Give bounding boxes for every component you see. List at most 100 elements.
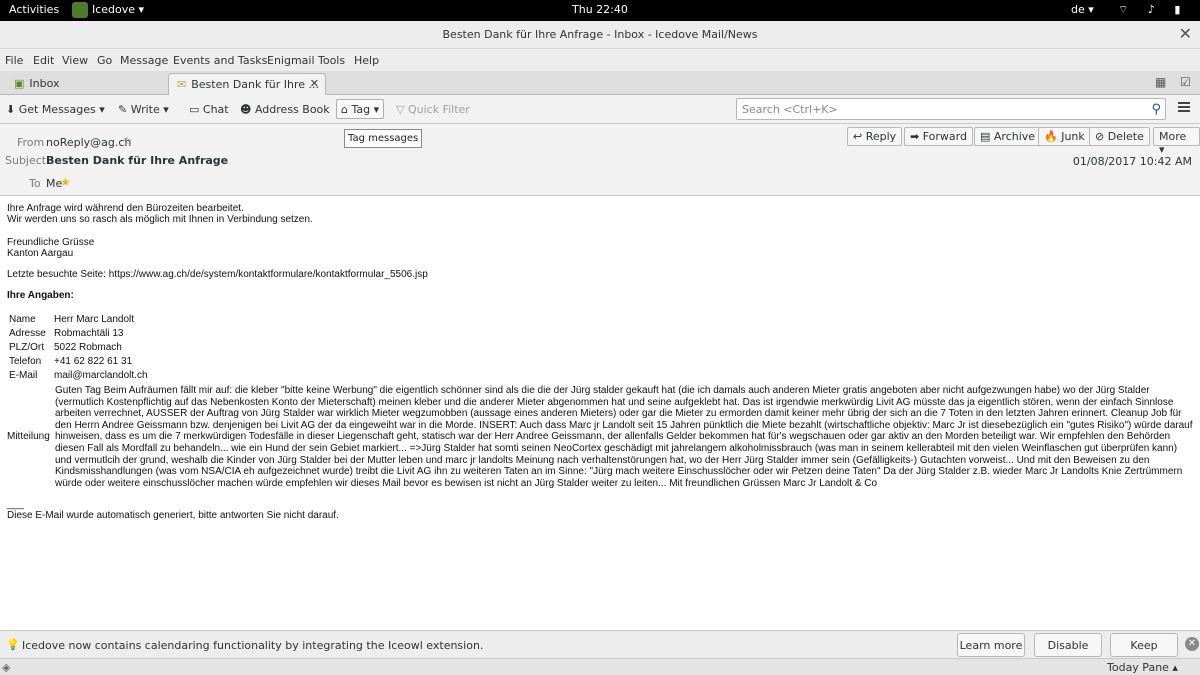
subject-label: Subject	[5, 154, 47, 167]
archive-icon: ▤	[980, 130, 994, 143]
menu-events-and-tasks[interactable]: Events and Tasks	[173, 54, 267, 67]
notification-close-icon[interactable]: ✕	[1185, 637, 1199, 651]
to-label: To	[29, 177, 41, 190]
subject-value: Besten Dank für Ihre Anfrage	[46, 154, 229, 167]
field-value: mail@marclandolt.ch	[54, 370, 148, 381]
archive-button[interactable]: ▤ Archive	[974, 127, 1042, 146]
tag-icon: ⌂	[341, 103, 352, 116]
mitteilung-text: Guten Tag Beim Aufräumen fällt mir auf: …	[55, 385, 1193, 489]
lightbulb-icon: 💡	[6, 638, 20, 651]
field-label: PLZ/Ort	[9, 342, 45, 353]
junk-label: Junk	[1061, 130, 1085, 143]
search-icon[interactable]: ⚲	[1151, 102, 1161, 117]
envelope-icon: ✉	[177, 78, 187, 91]
forward-button[interactable]: ➡ Forward	[904, 127, 973, 146]
forward-label: Forward	[922, 130, 967, 143]
window-titlebar: Besten Dank für Ihre Anfrage - Inbox - I…	[0, 21, 1200, 49]
menu-view[interactable]: View	[62, 54, 88, 67]
quick-filter-label: Quick Filter	[407, 103, 470, 116]
reply-label: Reply	[865, 130, 897, 143]
footer-text: Diese E-Mail wurde automatisch generiert…	[7, 510, 339, 521]
tag-button[interactable]: ⌂ Tag ▾	[336, 99, 385, 119]
menu-go[interactable]: Go	[97, 54, 112, 67]
menu-bar: File Edit View Go Message Events and Tas…	[0, 49, 1200, 71]
window-close-icon[interactable]: ✕	[1179, 24, 1192, 43]
disable-button[interactable]: Disable	[1034, 633, 1102, 657]
activity-icon[interactable]: ◈	[2, 661, 10, 674]
keep-button[interactable]: Keep	[1110, 633, 1178, 657]
archive-label: Archive	[993, 130, 1036, 143]
calendar-tab-icon[interactable]: ▦	[1155, 75, 1166, 89]
tag-tooltip: Tag messages	[344, 129, 423, 148]
field-label: Adresse	[9, 328, 46, 339]
app-menu[interactable]: Icedove ▾	[92, 3, 144, 16]
search-placeholder: Search <Ctrl+K>	[742, 103, 838, 116]
delete-label: Delete	[1107, 130, 1144, 143]
inbox-icon: ▣	[14, 77, 25, 90]
address-book-label: Address Book	[254, 103, 330, 116]
mitteilung-label: Mitteilung	[7, 431, 50, 442]
today-pane-toggle[interactable]: Today Pane ▴	[1107, 661, 1178, 674]
menu-message[interactable]: Message	[120, 54, 168, 67]
menu-enigmail[interactable]: Enigmail	[267, 54, 315, 67]
reply-button[interactable]: ↩ Reply	[847, 127, 903, 146]
junk-button[interactable]: 🔥 Junk	[1038, 127, 1091, 146]
last-visited-page: Letzte besuchte Seite: https://www.ag.ch…	[7, 269, 428, 280]
chat-icon: ▭	[189, 103, 203, 116]
write-button[interactable]: ✎ Write ▾	[118, 103, 169, 116]
field-value: 5022 Robmach	[54, 342, 122, 353]
learn-more-button[interactable]: Learn more	[957, 633, 1025, 657]
star-filled-icon[interactable]: ★	[60, 175, 71, 189]
tab-message[interactable]: ✉ Besten Dank für Ihre ... ✕	[168, 73, 326, 95]
star-icon[interactable]: ☆	[122, 134, 133, 148]
from-label: From	[17, 136, 45, 149]
section-heading: Ihre Angaben:	[7, 290, 74, 301]
app-menu-hamburger-icon[interactable]	[1178, 102, 1190, 112]
field-label: Telefon	[9, 356, 42, 367]
tab-message-label: Besten Dank für Ihre ...	[191, 78, 319, 91]
field-label: E-Mail	[9, 370, 38, 381]
notification-bar: 💡 Icedove now contains calendaring funct…	[0, 630, 1200, 658]
menu-tools[interactable]: Tools	[318, 54, 345, 67]
delete-button[interactable]: ⊘ Delete	[1089, 127, 1150, 146]
keyboard-layout-indicator[interactable]: de ▾	[1071, 3, 1094, 16]
pencil-icon: ✎	[118, 103, 131, 116]
tasks-tab-icon[interactable]: ☑	[1180, 75, 1191, 89]
message-date: 01/08/2017 10:42 AM	[1072, 155, 1192, 168]
reply-icon: ↩	[853, 130, 866, 143]
more-button[interactable]: More ▾	[1153, 127, 1200, 156]
quick-filter-button[interactable]: ▽ Quick Filter	[396, 103, 470, 116]
write-label: Write	[130, 103, 160, 116]
field-value: Robmachtäli 13	[54, 328, 124, 339]
search-input[interactable]: Search <Ctrl+K> ⚲	[736, 98, 1166, 120]
field-value: Herr Marc Landolt	[54, 314, 135, 325]
clock[interactable]: Thu 22:40	[572, 3, 628, 16]
from-address[interactable]: noReply@ag.ch	[46, 136, 131, 149]
menu-file[interactable]: File	[5, 54, 23, 67]
tab-close-icon[interactable]: ✕	[310, 77, 319, 90]
tab-inbox[interactable]: ▣ Inbox	[14, 73, 164, 95]
menu-edit[interactable]: Edit	[33, 54, 54, 67]
person-icon: ☻	[240, 103, 255, 116]
get-messages-button[interactable]: ⬇ Get Messages ▾	[6, 103, 105, 116]
window-title: Besten Dank für Ihre Anfrage - Inbox - I…	[442, 28, 758, 41]
body-line: Kanton Aargau	[7, 248, 74, 259]
get-messages-label: Get Messages	[18, 103, 96, 116]
activities-button[interactable]: Activities	[9, 3, 59, 16]
tag-label: Tag	[351, 103, 371, 116]
field-value: +41 62 822 61 31	[54, 356, 133, 367]
address-book-button[interactable]: ☻ Address Book	[240, 103, 330, 116]
tab-inbox-label: Inbox	[29, 77, 60, 90]
icedove-app-icon	[72, 2, 88, 18]
system-top-bar: Activities Icedove ▾ Thu 22:40 de ▾ ⌔ ♪ …	[0, 0, 1200, 30]
message-body: Ihre Anfrage wird während den Bürozeiten…	[0, 197, 1200, 629]
message-header: From noReply@ag.ch ☆ Subject Besten Dank…	[0, 124, 1200, 196]
menu-help[interactable]: Help	[354, 54, 379, 67]
notification-text: Icedove now contains calendaring functio…	[22, 639, 484, 652]
chat-button[interactable]: ▭ Chat	[189, 103, 229, 116]
status-bar: ◈ Today Pane ▴	[0, 658, 1200, 675]
junk-icon: 🔥	[1044, 130, 1062, 143]
tab-bar: ▣ Inbox ✉ Besten Dank für Ihre ... ✕ ▦ ☑	[0, 71, 1200, 95]
delete-icon: ⊘	[1095, 130, 1108, 143]
body-line: Wir werden uns so rasch als möglich mit …	[7, 214, 313, 225]
